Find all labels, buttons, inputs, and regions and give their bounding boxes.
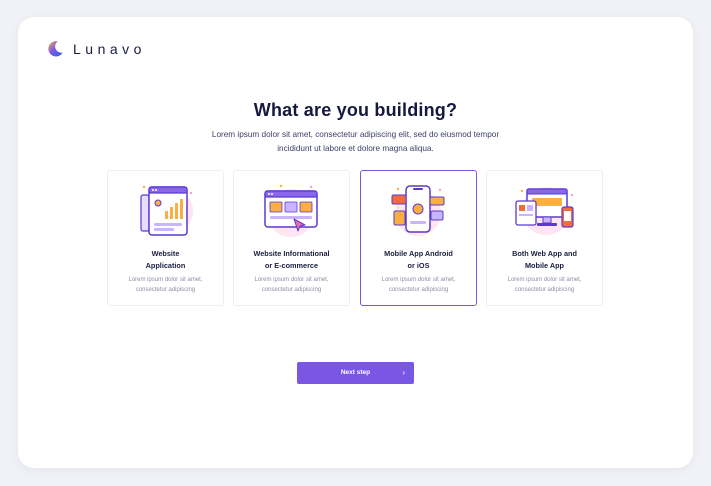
option-description: Lorem ipsum dolor sit amet, consectetur …	[128, 277, 203, 293]
option-description: Lorem ipsum dolor sit amet, consectetur …	[381, 277, 456, 293]
page-title: What are you building?	[253, 100, 458, 120]
option-card-web-and-mobile[interactable]: Both Web App and Mobile App Lorem ipsum …	[486, 170, 603, 306]
brand-logo: Lunavo	[46, 40, 146, 58]
page-subtitle: Lorem ipsum dolor sit amet, consectetur …	[211, 130, 500, 153]
option-description: Lorem ipsum dolor sit amet, consectetur …	[507, 277, 582, 293]
browser-cursor-illustration-icon	[264, 184, 318, 237]
option-title: Both Web App and Mobile App	[512, 249, 577, 270]
option-card-website-informational[interactable]: Website Informational or E-commerce Lore…	[233, 170, 350, 306]
next-step-button[interactable]: Next step ›	[297, 362, 414, 384]
option-description: Lorem ipsum dolor sit amet, consectetur …	[254, 277, 329, 293]
website-dashboard-illustration-icon	[140, 185, 193, 236]
crescent-moon-icon	[48, 41, 63, 57]
multi-device-illustration-icon	[515, 187, 574, 235]
option-title: Mobile App Android or iOS	[384, 249, 453, 270]
chevron-right-icon: ›	[402, 368, 405, 377]
next-step-label: Next step	[340, 369, 371, 376]
option-title: Website Application	[145, 249, 186, 270]
mobile-app-illustration-icon	[391, 185, 445, 236]
option-card-mobile-app[interactable]: Mobile App Android or iOS Lorem ipsum do…	[360, 170, 477, 306]
option-card-website-application[interactable]: Website Application Lorem ipsum dolor si…	[107, 170, 224, 306]
brand-name: Lunavo	[73, 41, 146, 57]
option-title: Website Informational or E-commerce	[253, 249, 330, 270]
